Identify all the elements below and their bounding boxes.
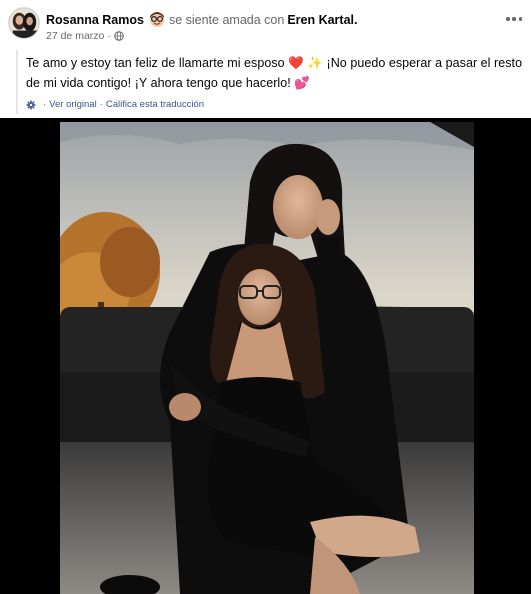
post-meta: 27 de marzo · (46, 30, 124, 42)
red-heart-icon: ❤️ (288, 55, 304, 70)
post-header: Rosanna Ramos se siente amada con Eren K… (0, 0, 531, 44)
rate-translation-link[interactable]: Califica esta traducción (106, 99, 204, 110)
meta-separator: · (107, 30, 111, 42)
nerd-glasses-emoji-icon (148, 10, 166, 28)
post-photo[interactable] (60, 122, 474, 594)
author-name[interactable]: Rosanna Ramos (46, 13, 144, 27)
post-date[interactable]: 27 de marzo (46, 30, 104, 42)
post-header-line: Rosanna Ramos se siente amada con Eren K… (46, 11, 357, 29)
tagged-person-link[interactable]: Eren Kartal. (287, 13, 357, 27)
post-body: Te amo y estoy tan feliz de llamarte mi … (26, 53, 530, 93)
more-dot (512, 17, 516, 21)
translation-controls: · Ver original · Califica esta traducció… (26, 99, 530, 110)
translate-separator: · (43, 99, 47, 110)
post-text-block: Te amo y estoy tan feliz de llamarte mi … (16, 50, 530, 114)
sparkles-icon: ✨ (307, 55, 323, 70)
feeling-text: se siente amada con (168, 13, 285, 27)
translate-separator: · (99, 99, 103, 110)
gear-icon (26, 100, 36, 110)
globe-icon (114, 31, 124, 41)
post-text-part1: Te amo y estoy tan feliz de llamarte mi … (26, 56, 285, 70)
more-options-icon[interactable] (503, 12, 525, 26)
see-original-link[interactable]: Ver original (49, 99, 97, 110)
two-hearts-icon: 💕 (294, 75, 310, 90)
more-dot (506, 17, 510, 21)
more-dot (518, 17, 522, 21)
post-photo-container[interactable] (0, 118, 531, 594)
author-avatar[interactable] (8, 7, 40, 39)
